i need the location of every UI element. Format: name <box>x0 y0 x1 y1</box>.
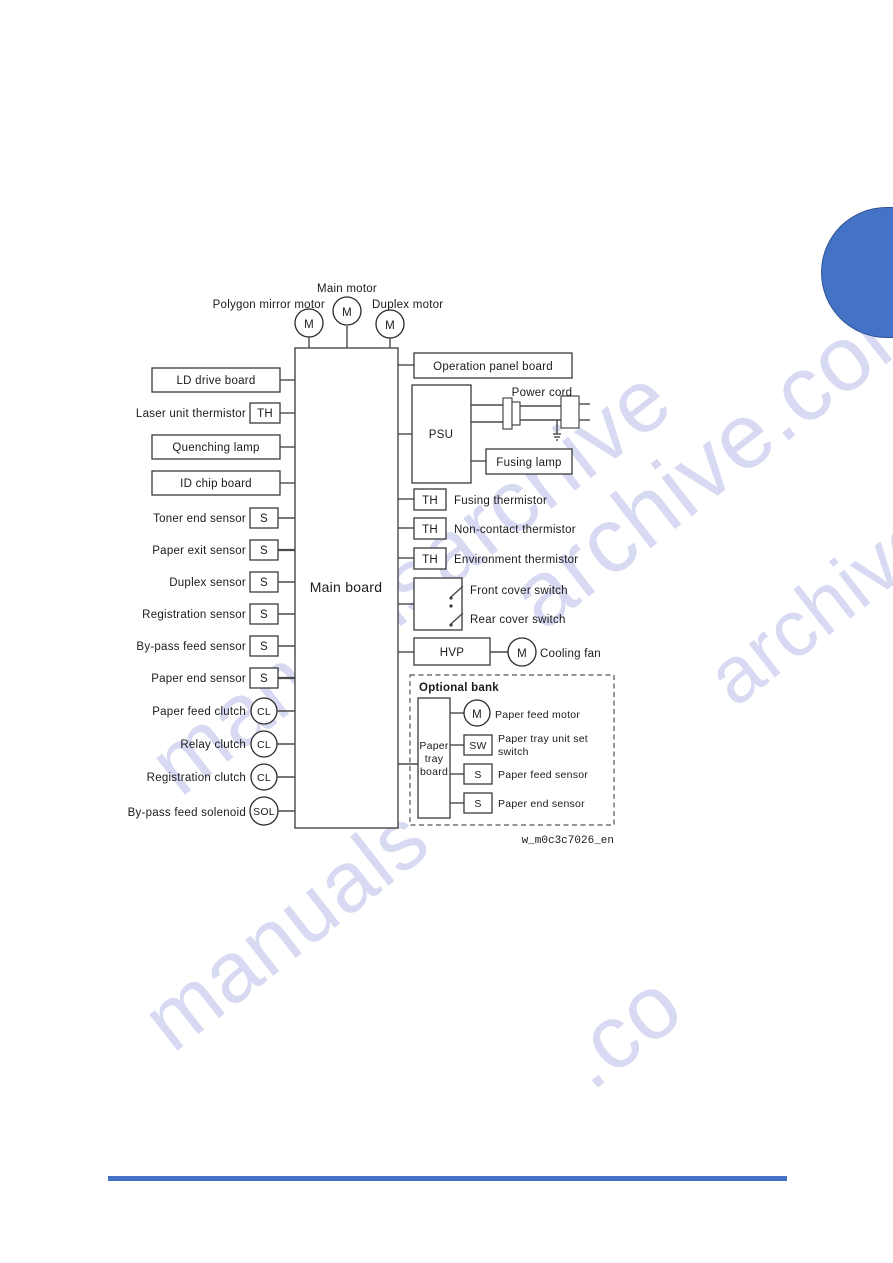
left-item-symbol: S <box>260 513 268 525</box>
motor-symbol: M <box>304 319 314 331</box>
motor-label: Main motor <box>317 283 377 295</box>
thermistor-symbol: TH <box>422 495 438 507</box>
sensor-symbol: S <box>474 798 481 810</box>
right-item-non-contact-thermistor: TH Non-contact thermistor <box>398 517 576 540</box>
motor-label: Duplex motor <box>372 299 443 311</box>
power-cord-assembly: Power cord <box>471 387 590 441</box>
left-item-ld-drive-board: LD drive board <box>151 367 295 393</box>
paper-tray-board-label: Paper <box>419 740 449 752</box>
right-item-psu: PSU <box>398 384 472 484</box>
optional-bank-paper-tray-unit-set-switch: SW Paper tray unit set switch <box>450 733 588 758</box>
left-item-laser-unit-thermistor: Laser unit thermistor TH <box>136 402 295 424</box>
sensor-label: Paper feed sensor <box>498 769 588 781</box>
left-item-label: Registration sensor <box>142 609 246 621</box>
right-item-fusing-lamp: Fusing lamp <box>471 448 573 475</box>
thermistor-label: Non-contact thermistor <box>454 524 576 536</box>
thermistor-label: Environment thermistor <box>454 554 578 566</box>
left-item-label: Duplex sensor <box>169 577 246 589</box>
figure-caption: w_m0c3c7026_en <box>522 835 614 847</box>
left-item-label: By-pass feed sensor <box>136 641 246 653</box>
cooling-fan-symbol: M <box>517 648 527 660</box>
thermistor-symbol: TH <box>422 554 438 566</box>
switch-label: switch <box>498 746 529 758</box>
main-board-label: Main board <box>310 579 383 595</box>
motor-main: M Main motor <box>317 283 377 348</box>
fusing-lamp-label: Fusing lamp <box>496 457 561 469</box>
left-item-duplex-sensor: Duplex sensor S <box>169 571 295 593</box>
left-item-symbol: S <box>260 545 268 557</box>
left-item-symbol: S <box>260 609 268 621</box>
sensor-symbol: S <box>474 769 481 781</box>
left-item-paper-feed-clutch: Paper feed clutch CL <box>152 697 295 725</box>
left-item-registration-sensor: Registration sensor S <box>142 603 295 625</box>
paper-tray-board-label: board <box>420 766 448 778</box>
paper-tray-board-label: tray <box>425 753 444 765</box>
left-item-label: By-pass feed solenoid <box>128 807 246 819</box>
left-item-label: ID chip board <box>180 478 252 490</box>
block-diagram: Main board M Polygon mirror motor M Main… <box>0 0 893 1263</box>
left-item-symbol: TH <box>257 408 273 420</box>
left-item-label: LD drive board <box>177 375 256 387</box>
switch-label: Paper tray unit set <box>498 733 588 745</box>
optional-bank-paper-feed-motor: M Paper feed motor <box>450 699 580 727</box>
motor-symbol: M <box>342 307 352 319</box>
switch-symbol: SW <box>469 740 486 752</box>
left-item-symbol: CL <box>257 706 271 718</box>
paper-feed-motor-label: Paper feed motor <box>495 709 580 721</box>
left-item-symbol: S <box>260 577 268 589</box>
left-item-label: Paper feed clutch <box>152 706 246 718</box>
left-item-label: Quenching lamp <box>172 442 259 454</box>
left-item-label: Registration clutch <box>147 772 246 784</box>
thermistor-label: Fusing thermistor <box>454 495 547 507</box>
left-item-label: Toner end sensor <box>153 513 246 525</box>
left-item-relay-clutch: Relay clutch CL <box>180 730 295 758</box>
left-item-bypass-feed-solenoid: By-pass feed solenoid SOL <box>128 796 295 826</box>
left-item-symbol: S <box>260 673 268 685</box>
hvp-label: HVP <box>440 647 464 659</box>
thermistor-symbol: TH <box>422 524 438 536</box>
left-item-symbol: CL <box>257 739 271 751</box>
cooling-fan-label: Cooling fan <box>540 648 601 660</box>
motor-polygon-mirror: M Polygon mirror motor <box>213 299 325 348</box>
left-item-quenching-lamp: Quenching lamp <box>151 434 295 460</box>
cover-switch-label: Rear cover switch <box>470 614 566 626</box>
left-item-paper-exit-sensor: Paper exit sensor S <box>152 539 295 561</box>
left-item-symbol: S <box>260 641 268 653</box>
left-item-symbol: CL <box>257 772 271 784</box>
optional-bank-paper-feed-sensor: S Paper feed sensor <box>450 763 588 785</box>
paper-feed-motor-symbol: M <box>472 709 482 721</box>
motor-duplex: M Duplex motor <box>372 299 443 348</box>
psu-label: PSU <box>429 429 453 441</box>
left-item-paper-end-sensor: Paper end sensor S <box>151 667 295 689</box>
right-item-hvp: HVP <box>398 637 508 666</box>
motor-label: Polygon mirror motor <box>213 299 325 311</box>
left-item-bypass-feed-sensor: By-pass feed sensor S <box>136 635 295 657</box>
optional-bank-paper-end-sensor: S Paper end sensor <box>450 792 585 814</box>
left-item-symbol: SOL <box>253 806 275 818</box>
right-item-operation-panel-board: Operation panel board <box>398 352 573 379</box>
left-item-registration-clutch: Registration clutch CL <box>147 763 295 791</box>
left-item-toner-end-sensor: Toner end sensor S <box>153 507 295 529</box>
cover-switch-label: Front cover switch <box>470 585 568 597</box>
operation-panel-board-label: Operation panel board <box>433 361 553 373</box>
left-item-label: Paper exit sensor <box>152 545 246 557</box>
sensor-label: Paper end sensor <box>498 798 585 810</box>
right-item-fusing-thermistor: TH Fusing thermistor <box>398 488 547 511</box>
left-item-id-chip-board: ID chip board <box>151 470 295 496</box>
right-item-cover-switches: Front cover switch Rear cover switch <box>398 577 568 631</box>
right-item-cooling-fan: M Cooling fan <box>507 637 601 667</box>
optional-bank-group: Optional bank Paper tray board M Paper f… <box>398 674 615 826</box>
optional-bank-title: Optional bank <box>419 682 499 694</box>
motor-symbol: M <box>385 320 395 332</box>
left-item-label: Relay clutch <box>180 739 246 751</box>
left-item-label: Paper end sensor <box>151 673 246 685</box>
right-item-environment-thermistor: TH Environment thermistor <box>398 547 578 570</box>
left-item-label: Laser unit thermistor <box>136 408 246 420</box>
